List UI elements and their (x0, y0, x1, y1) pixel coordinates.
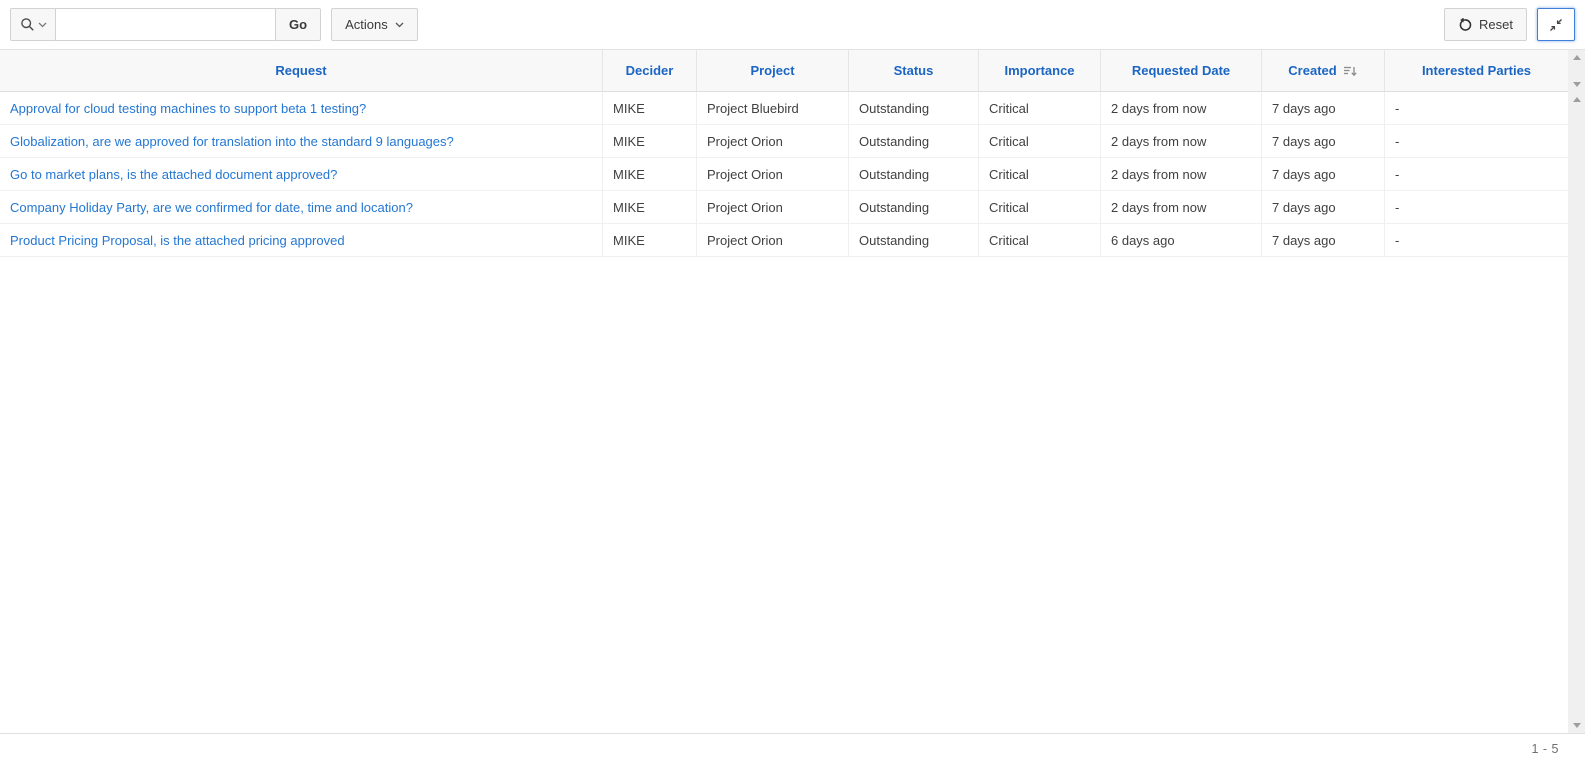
decider-cell: MIKE (603, 92, 697, 125)
column-header-requested-date[interactable]: Requested Date (1101, 50, 1262, 92)
status-cell: Outstanding (849, 158, 979, 191)
interested-parties-cell: - (1385, 158, 1568, 191)
scroll-up-icon[interactable] (1573, 97, 1581, 102)
table-row: Approval for cloud testing machines to s… (0, 92, 1568, 125)
column-header-created[interactable]: Created (1262, 50, 1385, 92)
interested-parties-cell: - (1385, 92, 1568, 125)
actions-label: Actions (345, 17, 388, 32)
collapse-icon (1548, 17, 1564, 33)
requested-date-cell: 6 days ago (1101, 224, 1262, 257)
column-header-status[interactable]: Status (849, 50, 979, 92)
scroll-down-icon[interactable] (1573, 723, 1581, 728)
interested-parties-cell: - (1385, 224, 1568, 257)
importance-cell: Critical (979, 224, 1101, 257)
search-input[interactable] (55, 8, 276, 41)
header-scrollbar[interactable] (1568, 50, 1585, 92)
table-row: Go to market plans, is the attached docu… (0, 158, 1568, 191)
decider-cell: MIKE (603, 125, 697, 158)
table-header-row: Request Decider Project Status Importanc… (0, 50, 1568, 92)
column-header-project[interactable]: Project (697, 50, 849, 92)
importance-cell: Critical (979, 191, 1101, 224)
created-cell: 7 days ago (1262, 191, 1385, 224)
project-cell: Project Bluebird (697, 92, 849, 125)
column-header-decider[interactable]: Decider (603, 50, 697, 92)
created-cell: 7 days ago (1262, 125, 1385, 158)
column-header-interested-parties[interactable]: Interested Parties (1385, 50, 1568, 92)
scroll-up-icon[interactable] (1573, 55, 1581, 60)
decider-cell: MIKE (603, 224, 697, 257)
request-link[interactable]: Globalization, are we approved for trans… (10, 134, 454, 149)
status-cell: Outstanding (849, 125, 979, 158)
created-cell: 7 days ago (1262, 158, 1385, 191)
report-toolbar: Go Actions Reset (0, 0, 1585, 50)
column-header-importance[interactable]: Importance (979, 50, 1101, 92)
actions-menu-button[interactable]: Actions (331, 8, 418, 41)
request-link[interactable]: Product Pricing Proposal, is the attache… (10, 233, 345, 248)
collapse-report-button[interactable] (1537, 8, 1575, 41)
search-icon (20, 17, 35, 32)
table-row: Company Holiday Party, are we confirmed … (0, 191, 1568, 224)
interested-parties-cell: - (1385, 125, 1568, 158)
request-link[interactable]: Company Holiday Party, are we confirmed … (10, 200, 413, 215)
interactive-report-page: Go Actions Reset (0, 0, 1585, 774)
project-cell: Project Orion (697, 224, 849, 257)
table-row: Product Pricing Proposal, is the attache… (0, 224, 1568, 257)
requested-date-cell: 2 days from now (1101, 191, 1262, 224)
request-link[interactable]: Approval for cloud testing machines to s… (10, 101, 366, 116)
created-cell: 7 days ago (1262, 92, 1385, 125)
status-cell: Outstanding (849, 191, 979, 224)
importance-cell: Critical (979, 92, 1101, 125)
requested-date-cell: 2 days from now (1101, 92, 1262, 125)
reset-icon (1458, 18, 1472, 32)
status-cell: Outstanding (849, 224, 979, 257)
report-region: Request Decider Project Status Importanc… (0, 50, 1585, 733)
project-cell: Project Orion (697, 158, 849, 191)
body-scrollbar[interactable] (1568, 92, 1585, 733)
requested-date-cell: 2 days from now (1101, 158, 1262, 191)
requested-date-cell: 2 days from now (1101, 125, 1262, 158)
decider-cell: MIKE (603, 158, 697, 191)
sort-descending-icon (1343, 64, 1358, 78)
created-cell: 7 days ago (1262, 224, 1385, 257)
project-cell: Project Orion (697, 125, 849, 158)
decider-cell: MIKE (603, 191, 697, 224)
column-header-request[interactable]: Request (0, 50, 603, 92)
reset-button[interactable]: Reset (1444, 8, 1527, 41)
request-link[interactable]: Go to market plans, is the attached docu… (10, 167, 337, 182)
pagination-range: 1 - 5 (1531, 742, 1559, 756)
go-button[interactable]: Go (275, 8, 321, 41)
scroll-down-icon[interactable] (1573, 82, 1581, 87)
chevron-down-icon (38, 20, 47, 29)
report-table: Request Decider Project Status Importanc… (0, 50, 1568, 257)
importance-cell: Critical (979, 125, 1101, 158)
interested-parties-cell: - (1385, 191, 1568, 224)
status-cell: Outstanding (849, 92, 979, 125)
report-footer: 1 - 5 (0, 733, 1585, 774)
importance-cell: Critical (979, 158, 1101, 191)
table-row: Globalization, are we approved for trans… (0, 125, 1568, 158)
project-cell: Project Orion (697, 191, 849, 224)
chevron-down-icon (395, 20, 404, 29)
reset-label: Reset (1479, 17, 1513, 32)
search-options-button[interactable] (10, 8, 56, 41)
